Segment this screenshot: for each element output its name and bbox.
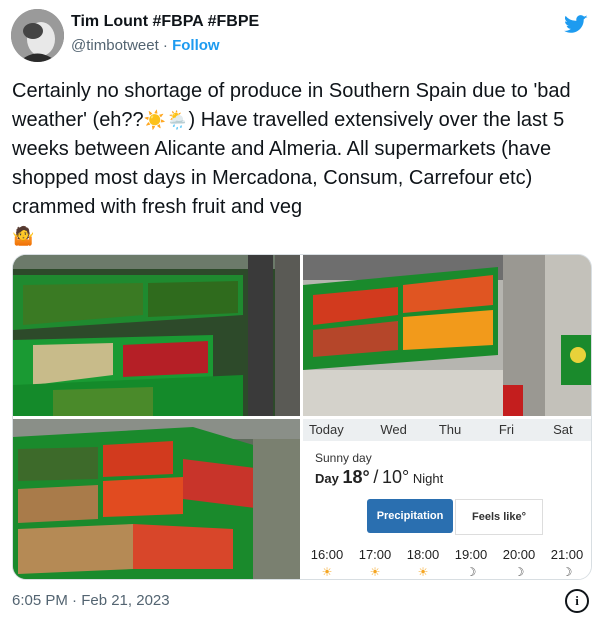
weather-days-bar: Today Wed Thu Fri Sat: [303, 419, 591, 441]
handle-separator: ·: [158, 37, 173, 54]
sun-emoji: ☀️: [143, 110, 167, 130]
hour-label: 18:00: [406, 547, 440, 562]
precipitation-tab[interactable]: Precipitation: [367, 499, 453, 533]
info-icon[interactable]: i: [565, 589, 589, 613]
day-tab-thu[interactable]: Thu: [422, 419, 478, 441]
hour-label: 17:00: [358, 547, 392, 562]
high-temp: 18°: [342, 467, 370, 487]
sun-rain-cloud-emoji: 🌦️: [166, 110, 189, 130]
moon-icon: ☽: [561, 565, 573, 579]
temp-separator: /: [373, 467, 379, 487]
media-grid: Today Wed Thu Fri Sat Sunny day Day 18° …: [12, 254, 592, 580]
hourly-icons: ☀ ☀ ☀ ☽ ☽ ☽: [303, 565, 591, 579]
author-name[interactable]: Tim Lount #FBPA #FBPE: [71, 13, 259, 31]
author-handle[interactable]: @timbotweet: [71, 37, 159, 54]
author-avatar[interactable]: [11, 9, 64, 62]
weather-temperatures: Day 18° / 10° Night: [315, 467, 443, 488]
moon-icon: ☽: [513, 565, 525, 579]
twitter-bird-icon[interactable]: [564, 12, 588, 36]
hourly-times: 16:00 17:00 18:00 19:00 20:00 21:00: [303, 547, 591, 562]
author-handle-row: @timbotweet · Follow: [71, 37, 220, 54]
day-label: Day: [315, 471, 339, 486]
feels-like-tab[interactable]: Feels like°: [455, 499, 543, 535]
photo-produce-aisle[interactable]: [13, 419, 300, 579]
day-tab-wed[interactable]: Wed: [365, 419, 421, 441]
moon-icon: ☽: [465, 565, 477, 579]
follow-button[interactable]: Follow: [172, 37, 220, 54]
day-tab-today[interactable]: Today: [303, 419, 365, 441]
night-label: Night: [412, 471, 444, 486]
hour-label: 20:00: [502, 547, 536, 562]
weather-condition: Sunny day: [315, 451, 372, 465]
hour-label: 19:00: [454, 547, 488, 562]
photo-fruit-stand[interactable]: [303, 255, 591, 416]
low-temp: 10°: [381, 467, 410, 487]
day-tab-sat[interactable]: Sat: [535, 419, 591, 441]
weather-forecast-widget: Today Wed Thu Fri Sat Sunny day Day 18° …: [303, 419, 591, 579]
tweet-text: Certainly no shortage of produce in Sout…: [12, 77, 592, 251]
sun-icon: ☀: [321, 565, 333, 579]
hour-label: 21:00: [550, 547, 584, 562]
photo-vegetables-shelf[interactable]: [13, 255, 300, 416]
sun-icon: ☀: [417, 565, 429, 579]
shrug-emoji: 🤷: [12, 226, 35, 246]
tweet-timestamp[interactable]: 6:05 PM · Feb 21, 2023: [12, 592, 170, 609]
hour-label: 16:00: [310, 547, 344, 562]
sun-icon: ☀: [369, 565, 381, 579]
day-tab-fri[interactable]: Fri: [478, 419, 534, 441]
